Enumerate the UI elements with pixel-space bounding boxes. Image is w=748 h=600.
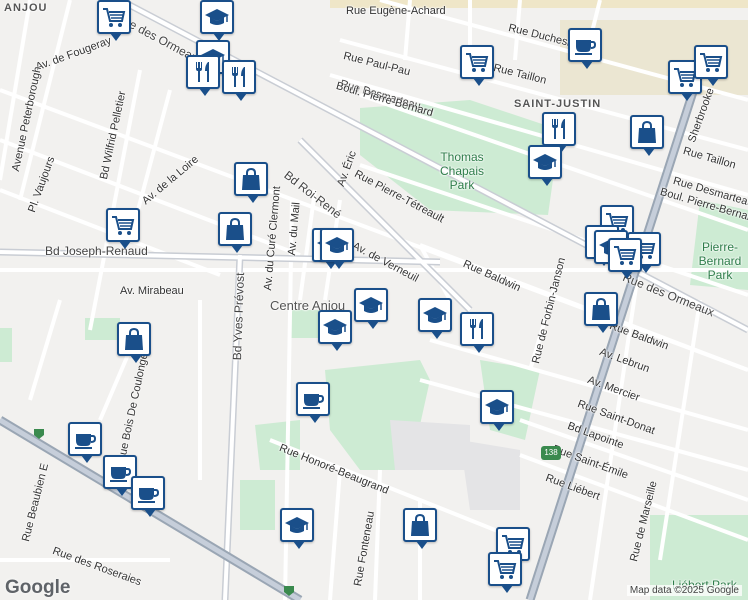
shopping-cart-marker[interactable] [97,0,131,41]
shopping-cart-marker[interactable] [608,238,642,279]
school-icon [322,314,348,340]
district-label: ANJOU [4,2,48,14]
shopping-cart-marker[interactable] [106,208,140,249]
shopping-bag-marker[interactable] [630,115,664,156]
restaurant-icon [190,59,216,85]
restaurant-marker[interactable] [542,112,576,153]
school-marker[interactable] [354,288,388,329]
street-label: Av. Mirabeau [120,285,184,297]
building-block [390,420,470,470]
school-marker[interactable] [528,145,562,186]
park-label: Thomas Chapais Park [439,150,485,192]
park-area [0,328,12,362]
map-attribution: Map data ©2025 Google [626,585,742,596]
route-marker-icon [284,586,294,596]
park-area [288,310,320,338]
shopping-cart-icon [101,4,127,30]
shopping-bag-marker[interactable] [117,322,151,363]
school-icon [422,302,448,328]
school-marker[interactable] [320,228,354,269]
google-logo: Google [5,577,71,598]
building-block [460,440,520,510]
school-marker[interactable] [480,390,514,431]
cafe-marker[interactable] [131,476,165,517]
shopping-bag-marker[interactable] [234,162,268,203]
shopping-bag-icon [634,119,660,145]
park-label: Pierre-Bernard Park [698,240,742,282]
school-icon [358,292,384,318]
highway-shield: 138 [541,446,561,460]
shopping-cart-marker[interactable] [460,45,494,86]
map-canvas[interactable]: ANJOU SAINT-JUSTIN Centre Anjou Thomas C… [0,0,748,600]
cafe-icon [135,480,161,506]
school-marker[interactable] [200,0,234,41]
school-icon [284,512,310,538]
shopping-bag-marker[interactable] [218,212,252,253]
restaurant-icon [464,316,490,342]
cafe-icon [72,426,98,452]
cafe-marker[interactable] [68,422,102,463]
district-label: SAINT-JUSTIN [514,98,602,110]
cafe-marker[interactable] [568,28,602,69]
restaurant-marker[interactable] [222,60,256,101]
shopping-bag-icon [407,512,433,538]
street-label: Bd Joseph-Renaud [45,244,148,258]
park-area [240,480,275,530]
shopping-cart-marker[interactable] [694,45,728,86]
shopping-bag-icon [238,166,264,192]
school-icon [484,394,510,420]
shopping-bag-icon [121,326,147,352]
shopping-bag-icon [588,296,614,322]
shopping-cart-marker[interactable] [488,552,522,593]
school-marker[interactable] [318,310,352,351]
cafe-marker[interactable] [296,382,330,423]
shopping-cart-icon [464,49,490,75]
route-marker-icon [34,429,44,439]
restaurant-marker[interactable] [186,55,220,96]
shopping-bag-marker[interactable] [403,508,437,549]
school-icon [204,4,230,30]
cafe-icon [107,459,133,485]
cafe-icon [572,32,598,58]
school-marker[interactable] [280,508,314,549]
shopping-cart-icon [492,556,518,582]
shopping-cart-icon [698,49,724,75]
street-label: Rue Eugène-Achard [346,5,446,17]
restaurant-marker[interactable] [460,312,494,353]
shopping-cart-icon [612,242,638,268]
restaurant-icon [226,64,252,90]
cafe-icon [300,386,326,412]
shopping-bag-icon [222,216,248,242]
school-icon [532,149,558,175]
school-marker[interactable] [418,298,452,339]
school-icon [324,232,350,258]
shopping-bag-marker[interactable] [584,292,618,333]
shopping-cart-icon [110,212,136,238]
restaurant-icon [546,116,572,142]
